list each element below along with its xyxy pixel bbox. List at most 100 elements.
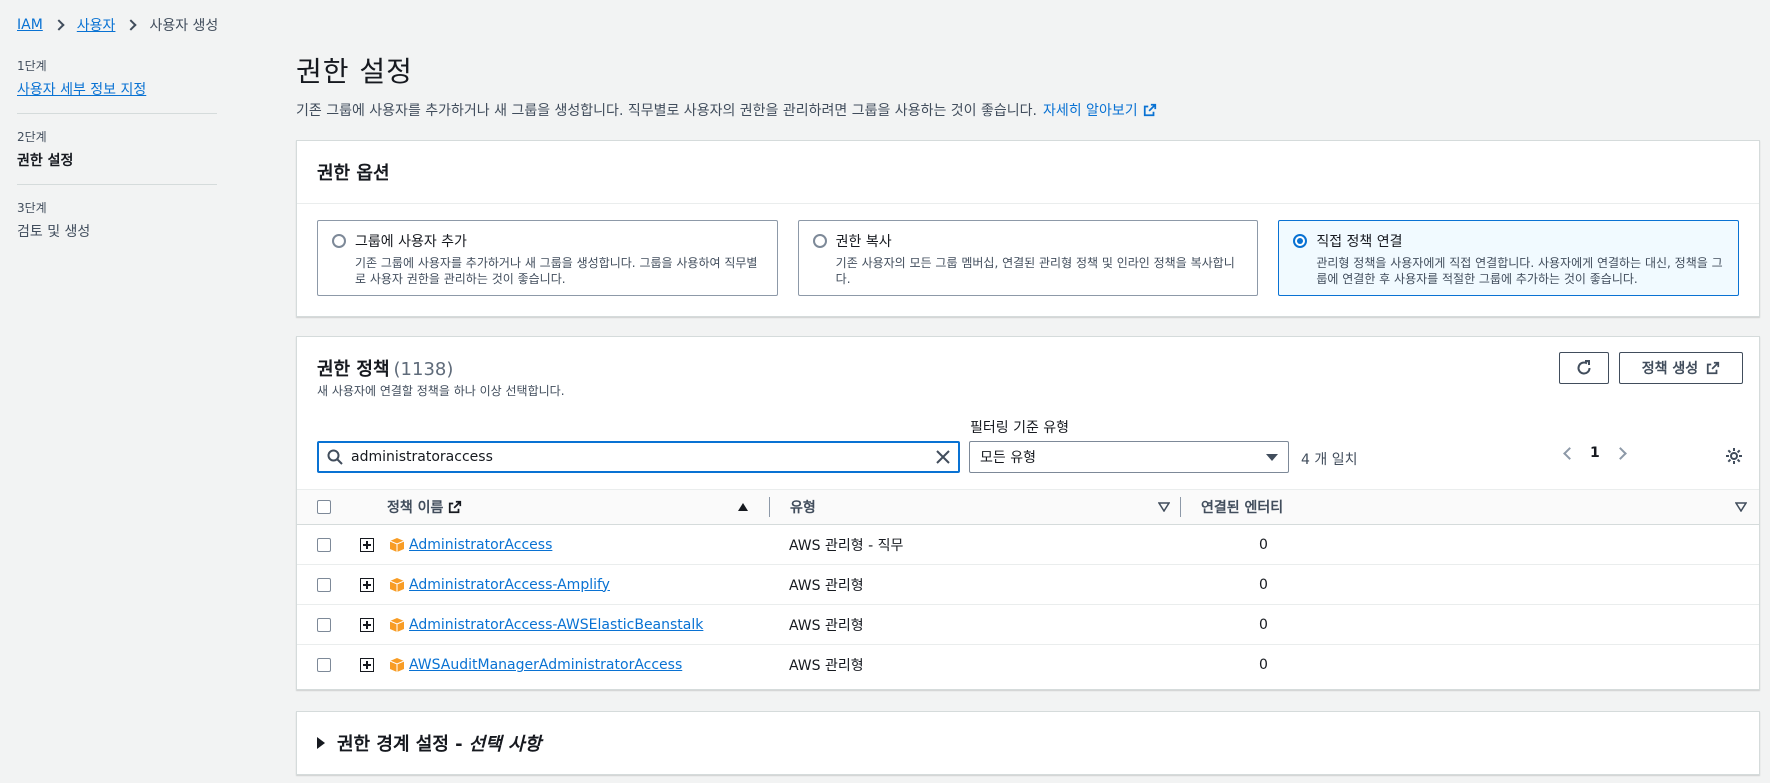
radio-attach-policies-directly[interactable] [1293, 234, 1308, 248]
table-row: AdministratorAccess-Amplify AWS 관리형 0 [297, 565, 1759, 605]
policy-box-icon [389, 577, 405, 592]
expand-icon[interactable] [360, 577, 374, 592]
external-link-icon [1707, 361, 1720, 375]
step-1: 1단계 사용자 세부 정보 지정 [17, 57, 217, 114]
policy-type-cell: AWS 관리형 [789, 658, 864, 674]
previous-page-icon[interactable] [1563, 446, 1576, 460]
row-checkbox[interactable] [317, 617, 331, 632]
step-3-number: 3단계 [17, 201, 47, 215]
policy-type-cell: AWS 관리형 [789, 617, 864, 634]
type-filter-select[interactable]: 모든 유형 [969, 441, 1289, 473]
row-expand-cell [347, 577, 387, 592]
row-select-cell [297, 617, 347, 632]
option-add-to-group[interactable]: 그룹에 사용자 추가 기존 그룹에 사용자를 추가하거나 새 그룹을 생성합니다… [317, 220, 778, 296]
permissions-boundary-panel[interactable]: 권한 경계 설정 - 선택 사항 [296, 711, 1760, 775]
caret-right-icon [317, 737, 325, 749]
search-icon [327, 449, 343, 465]
caret-down-icon [1266, 453, 1278, 461]
match-count: 4 개 일치 [1301, 452, 1358, 468]
learn-more-link[interactable]: 자세히 알아보기 [1043, 100, 1157, 120]
create-policy-button[interactable]: 정책 생성 [1619, 352, 1743, 384]
search-value: administratoraccess [351, 449, 493, 465]
step-1-number: 1단계 [17, 59, 47, 73]
policies-count: (1138) [393, 359, 454, 380]
boundary-title: 권한 경계 설정 - [337, 734, 463, 755]
refresh-button[interactable] [1559, 352, 1609, 384]
policy-name-cell: AWSAuditManagerAdministratorAccess [387, 657, 769, 673]
policy-name-link[interactable]: AdministratorAccess-AWSElasticBeanstalk [409, 617, 703, 633]
column-header-policy-name[interactable]: 정책 이름 [387, 497, 749, 517]
gear-icon[interactable] [1725, 447, 1743, 465]
sort-icon[interactable] [1735, 502, 1747, 512]
policy-name-link[interactable]: AdministratorAccess [409, 537, 552, 553]
page-header: 권한 설정 기존 그룹에 사용자를 추가하거나 새 그룹을 생성합니다. 직무별… [296, 50, 1760, 120]
row-expand-cell [347, 537, 387, 552]
option-description: 기존 사용자의 모든 그룹 멤버십, 연결된 관리형 정책 및 인라인 정책을 … [835, 256, 1235, 286]
option-title: 권한 복사 [835, 234, 892, 250]
row-select-cell [297, 537, 347, 552]
row-expand-cell [347, 617, 387, 632]
policies-title: 권한 정책 (1138) [317, 355, 453, 381]
option-title: 그룹에 사용자 추가 [355, 234, 467, 250]
breadcrumb-users[interactable]: 사용자 [77, 15, 116, 35]
breadcrumb-current: 사용자 생성 [149, 18, 219, 34]
policy-name-link[interactable]: AWSAuditManagerAdministratorAccess [409, 657, 682, 673]
page-description: 기존 그룹에 사용자를 추가하거나 새 그룹을 생성합니다. 직무별로 사용자의… [296, 100, 1760, 120]
table-header: 정책 이름 유형 연결된 엔터티 [297, 489, 1759, 525]
policy-box-icon [389, 658, 405, 672]
select-all-checkbox[interactable] [317, 500, 331, 514]
permission-policies-panel: 권한 정책 (1138) 새 사용자에 연결할 정책을 하나 이상 선택합니다. … [296, 336, 1760, 690]
policy-box-icon [389, 617, 405, 632]
column-header-type[interactable]: 유형 [770, 497, 1170, 517]
page-title: 권한 설정 [296, 55, 413, 88]
policy-entities-cell: 0 [1259, 576, 1268, 593]
chevron-right-icon [53, 19, 65, 31]
permission-options-panel: 권한 옵션 그룹에 사용자 추가 기존 그룹에 사용자를 추가하거나 새 그룹을… [296, 140, 1760, 317]
sort-ascending-icon[interactable] [737, 502, 749, 512]
row-checkbox[interactable] [317, 658, 331, 672]
radio-copy-permissions[interactable] [812, 234, 827, 248]
policy-type-cell: AWS 관리형 [789, 577, 864, 594]
breadcrumb: IAM 사용자 사용자 생성 [17, 15, 218, 35]
external-link-icon [1143, 103, 1156, 117]
row-checkbox[interactable] [317, 577, 331, 592]
current-page[interactable]: 1 [1590, 445, 1600, 461]
policy-entities-cell: 0 [1259, 616, 1268, 633]
policy-name-cell: AdministratorAccess-Amplify [387, 577, 769, 593]
column-header-entities[interactable]: 연결된 엔터티 [1181, 497, 1759, 517]
refresh-icon [1577, 360, 1591, 375]
expand-icon[interactable] [360, 658, 374, 672]
row-checkbox[interactable] [317, 537, 331, 552]
policy-name-link[interactable]: AdministratorAccess-Amplify [409, 577, 610, 593]
option-copy-permissions[interactable]: 권한 복사 기존 사용자의 모든 그룹 멤버십, 연결된 관리형 정책 및 인라… [797, 220, 1259, 296]
external-link-icon [449, 500, 462, 514]
row-expand-cell [347, 658, 387, 672]
step-3-label: 검토 및 생성 [17, 224, 91, 240]
create-policy-label: 정책 생성 [1641, 361, 1699, 377]
step-2: 2단계 권한 설정 [17, 128, 217, 185]
permission-options-group: 그룹에 사용자 추가 기존 그룹에 사용자를 추가하거나 새 그룹을 생성합니다… [297, 204, 1759, 312]
option-title: 직접 정책 연결 [1316, 234, 1403, 250]
next-page-icon[interactable] [1613, 446, 1627, 460]
policy-name-cell: AdministratorAccess [387, 537, 769, 553]
radio-add-to-group[interactable] [332, 234, 346, 248]
boundary-optional: 선택 사항 [468, 734, 542, 755]
type-filter-value: 모든 유형 [980, 450, 1036, 466]
page-description-text: 기존 그룹에 사용자를 추가하거나 새 그룹을 생성합니다. 직무별로 사용자의… [296, 103, 1037, 119]
step-1-link[interactable]: 사용자 세부 정보 지정 [17, 79, 217, 99]
expand-icon[interactable] [360, 537, 374, 552]
filter-type-label: 필터링 기준 유형 [970, 420, 1070, 436]
expand-icon[interactable] [360, 617, 374, 632]
option-description: 기존 그룹에 사용자를 추가하거나 새 그룹을 생성합니다. 그룹을 사용하여 … [355, 256, 758, 286]
policy-search-input[interactable]: administratoraccess [317, 441, 960, 473]
clear-icon[interactable] [936, 450, 950, 464]
permission-options-header: 권한 옵션 [297, 141, 1759, 204]
policies-title-text: 권한 정책 [317, 359, 390, 380]
step-2-number: 2단계 [17, 130, 47, 144]
sort-icon[interactable] [1158, 502, 1170, 512]
policy-entities-cell: 0 [1259, 536, 1268, 553]
table-row: AdministratorAccess-AWSElasticBeanstalk … [297, 605, 1759, 645]
option-attach-policies-directly[interactable]: 직접 정책 연결 관리형 정책을 사용자에게 직접 연결합니다. 사용자에게 연… [1278, 220, 1740, 296]
policy-box-icon [389, 537, 405, 552]
breadcrumb-iam[interactable]: IAM [17, 17, 43, 33]
